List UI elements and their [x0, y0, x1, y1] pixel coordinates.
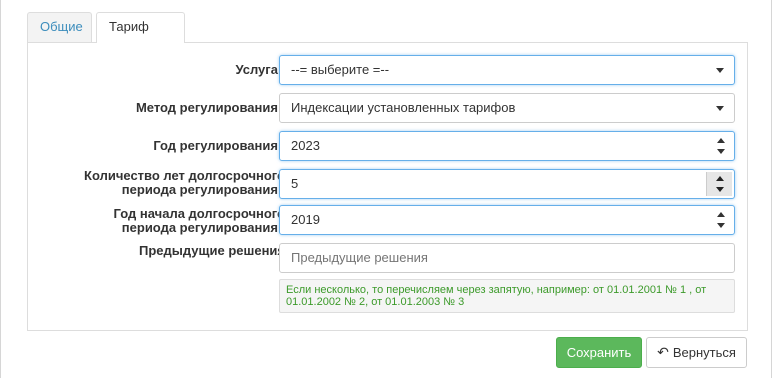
back-button-label: Вернуться — [672, 345, 736, 360]
regulation-year-label: Год регулирования* — [153, 139, 285, 153]
arrow-left-icon: ↶ — [657, 344, 669, 360]
years-count-label-line2: периода регулирования — [121, 182, 278, 197]
regulation-method-label: Метод регулирования* — [136, 101, 285, 115]
service-label: Услуга* — [235, 63, 285, 77]
start-year-value: 2019 — [291, 212, 320, 227]
tab-general[interactable]: Общие — [27, 12, 92, 42]
previous-decisions-label: Предыдущие решения — [139, 243, 285, 258]
back-button[interactable]: ↶ Вернуться — [646, 337, 747, 368]
previous-decisions-field[interactable] — [291, 244, 723, 272]
start-year-label: Год начала долгосрочного периода регулир… — [114, 207, 285, 235]
regulation-year-input[interactable]: 2023 — [279, 131, 735, 161]
previous-decisions-row: Предыдущие решения Если несколько, то пе… — [28, 243, 747, 317]
tab-tariff[interactable]: Тариф — [96, 12, 185, 43]
years-count-row: Количество лет долгосрочного периода рег… — [28, 167, 747, 201]
previous-decisions-input[interactable] — [279, 243, 735, 273]
spinner-arrows-icon[interactable] — [716, 211, 726, 229]
regulation-method-row: Метод регулирования* Индексации установл… — [28, 91, 747, 123]
years-count-label: Количество лет долгосрочного периода рег… — [84, 169, 285, 197]
service-select-value: --= выберите =-- — [291, 62, 390, 77]
service-select[interactable]: --= выберите =-- — [279, 55, 735, 85]
previous-decisions-help: Если несколько, то перечисляем через зап… — [279, 279, 735, 313]
start-year-row: Год начала долгосрочного периода регулир… — [28, 205, 747, 239]
spinner-arrows-icon[interactable] — [716, 137, 726, 155]
start-year-label-line1: Год начала долгосрочного — [113, 206, 285, 221]
page-frame: Общие Тариф Услуга* --= выберите =-- Мет… — [0, 0, 772, 378]
save-button[interactable]: Сохранить — [556, 337, 642, 368]
spinner-arrows-icon[interactable] — [706, 172, 732, 196]
start-year-input[interactable]: 2019 — [279, 205, 735, 235]
years-count-label-line1: Количество лет долгосрочного — [84, 168, 285, 183]
service-row: Услуга* --= выберите =-- — [28, 53, 747, 85]
start-year-label-line2: периода регулирования — [121, 220, 278, 235]
regulation-method-select[interactable]: Индексации установленных тарифов — [279, 93, 735, 123]
regulation-year-value: 2023 — [291, 138, 320, 153]
years-count-value: 5 — [291, 176, 299, 191]
tariff-form-panel: Услуга* --= выберите =-- Метод регулиров… — [27, 42, 748, 331]
regulation-method-value: Индексации установленных тарифов — [291, 100, 516, 115]
chevron-down-icon — [716, 68, 724, 73]
chevron-down-icon — [716, 106, 724, 111]
regulation-year-row: Год регулирования* 2023 — [28, 129, 747, 161]
years-count-input[interactable]: 5 — [279, 169, 735, 199]
